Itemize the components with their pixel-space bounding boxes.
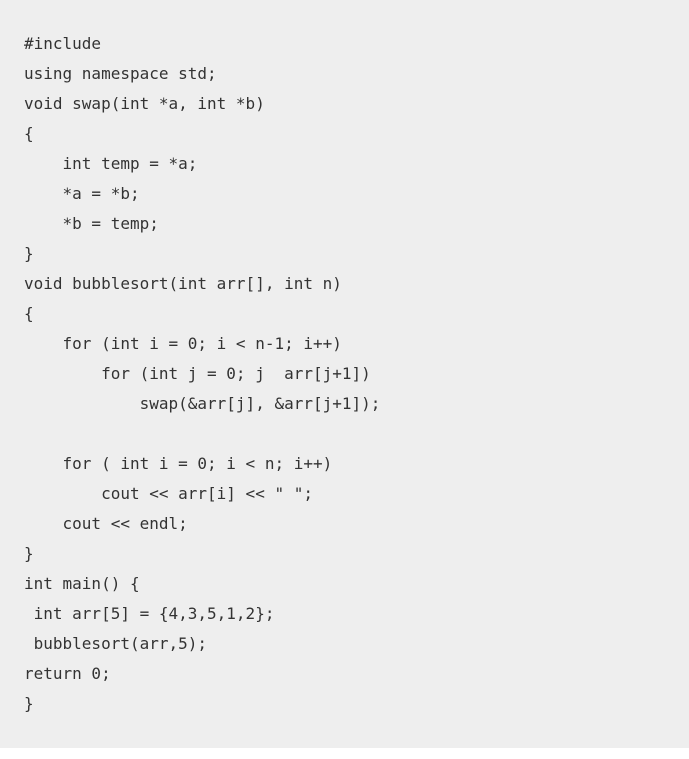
code-line-swap-call: swap(&arr[j], &arr[j+1]);: [24, 394, 381, 413]
code-line-array-decl: int arr[5] = {4,3,5,1,2};: [24, 604, 275, 623]
code-line-swap-open-brace: {: [24, 124, 34, 143]
code-line-bubblesort-call: bubblesort(arr,5);: [24, 634, 208, 653]
code-line-main-signature: int main() {: [24, 574, 140, 593]
code-line-inner-for: for (int j = 0; j arr[j+1]): [24, 364, 371, 383]
code-line-temp-assign: int temp = *a;: [24, 154, 198, 173]
code-line-bubblesort-signature: void bubblesort(int arr[], int n): [24, 274, 342, 293]
code-line-a-assign: *a = *b;: [24, 184, 140, 203]
code-line-bubblesort-close-brace: }: [24, 544, 34, 563]
code-line-b-assign: *b = temp;: [24, 214, 159, 233]
code-line-cout-endl: cout << endl;: [24, 514, 188, 533]
code-line-using-namespace: using namespace std;: [24, 64, 217, 83]
code-line-outer-for: for (int i = 0; i < n-1; i++): [24, 334, 342, 353]
code-line-swap-signature: void swap(int *a, int *b): [24, 94, 265, 113]
code-line-print-for: for ( int i = 0; i < n; i++): [24, 454, 333, 473]
code-line-return: return 0;: [24, 664, 111, 683]
code-line-bubblesort-open-brace: {: [24, 304, 34, 323]
code-line-main-close-brace: }: [24, 694, 34, 713]
code-lines: #include using namespace std; void swap(…: [24, 29, 380, 719]
code-block: #include using namespace std; void swap(…: [0, 0, 689, 748]
code-line-include: #include: [24, 34, 102, 53]
code-line-swap-close-brace: }: [24, 244, 34, 263]
code-line-cout-element: cout << arr[i] << " ";: [24, 484, 313, 503]
